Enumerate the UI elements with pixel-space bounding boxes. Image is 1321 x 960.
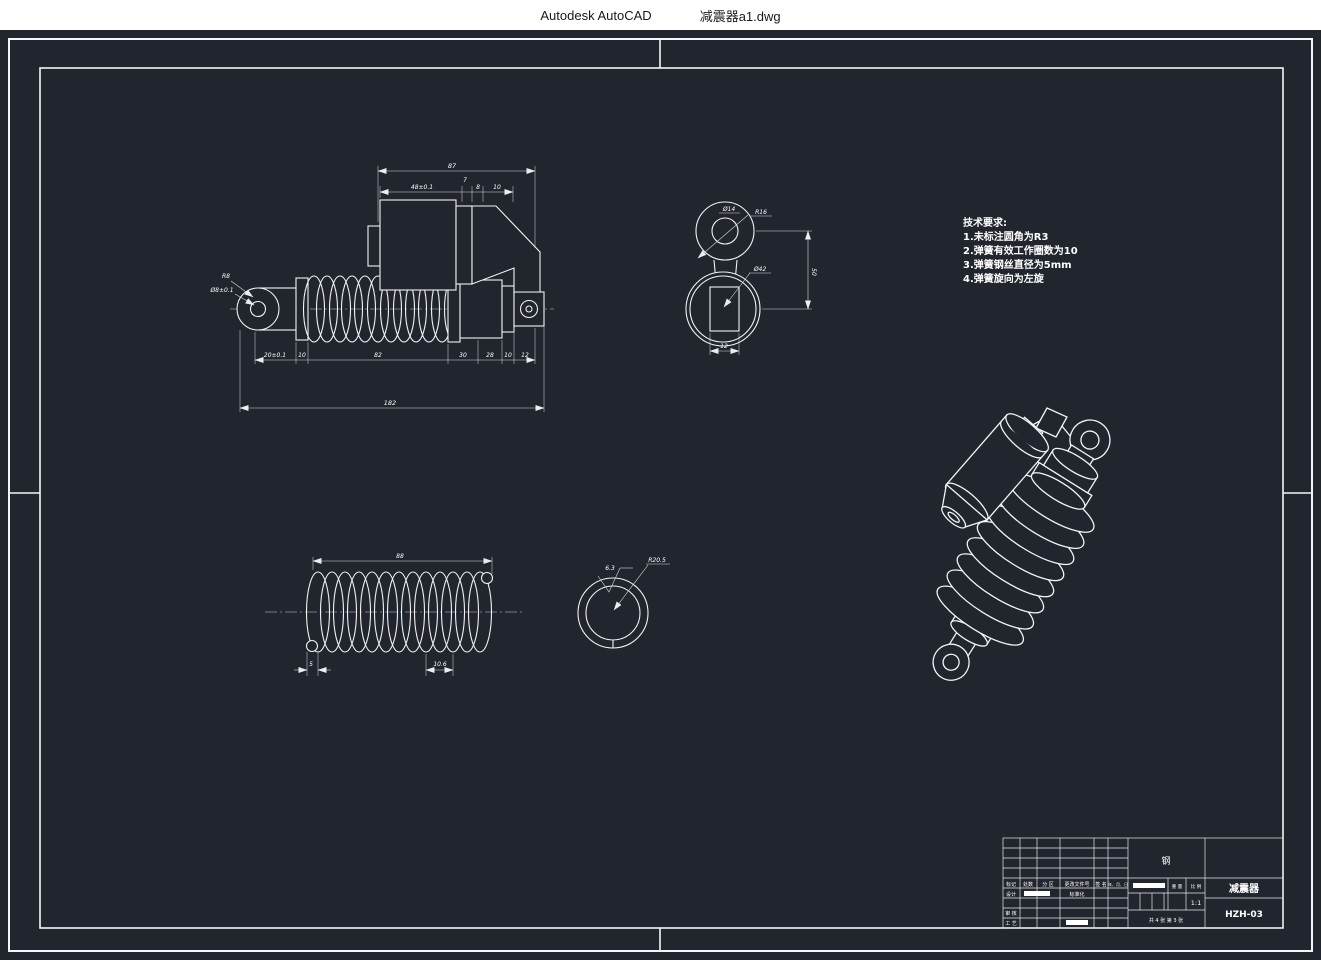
dim-30: 30	[459, 352, 467, 359]
roughness-value: 6.3	[605, 565, 615, 572]
dim-eye-hole: Ø8±0.1	[209, 287, 233, 294]
dim-phi14: Ø14	[722, 206, 736, 213]
tb-stage-mark-blob	[1133, 883, 1165, 888]
tb-process: 工 艺	[1005, 921, 1017, 927]
window-titlebar: Autodesk AutoCAD 减震器a1.dwg	[0, 0, 1321, 30]
dim-20: 20±0.1	[264, 352, 286, 359]
dim-10a: 10	[298, 352, 306, 359]
dim-28: 28	[486, 352, 494, 359]
dim-12b: 12	[521, 352, 529, 359]
tb-signature-blob-1	[1024, 891, 1050, 896]
tb-standardize: 标准化	[1069, 891, 1084, 898]
dim-48: 48±0.1	[411, 184, 433, 191]
tb-design: 设计	[1006, 891, 1016, 898]
dim-87: 87	[448, 162, 457, 170]
dim-5: 5	[309, 661, 313, 668]
tech-item-1: 1.未标注圆角为R3	[963, 230, 1048, 243]
dim-r20-5: R20.5	[648, 557, 666, 564]
tech-item-3: 3.弹簧钢丝直径为5mm	[963, 258, 1072, 271]
dim-10b: 10	[504, 352, 512, 359]
dim-10-6: 10.6	[433, 661, 447, 668]
tb-scale-label: 比 例	[1191, 883, 1202, 890]
tech-item-4: 4.弹簧旋向为左旋	[963, 272, 1045, 285]
dim-8: 8	[476, 184, 480, 191]
dim-50: 50	[810, 268, 817, 276]
model-space-background	[0, 30, 1321, 960]
tb-signature-blob-2	[1066, 920, 1088, 925]
autocad-window: Autodesk AutoCAD 减震器a1.dwg	[0, 0, 1321, 960]
tb-material: 钢	[1161, 855, 1170, 867]
tb-scale-value: 1:1	[1191, 899, 1201, 907]
dim-12-slot: 12	[720, 343, 728, 350]
tb-check: 审 核	[1005, 910, 1017, 917]
tb-date: 年、月、日	[1108, 881, 1128, 887]
dim-10: 10	[493, 184, 501, 191]
tb-count: 处数	[1023, 881, 1033, 888]
dim-r16: R16	[755, 209, 767, 216]
tb-drawing-number: HZH-03	[1225, 910, 1263, 920]
tb-mark: 标记	[1006, 881, 1016, 888]
dim-7: 7	[463, 177, 467, 184]
dim-182: 182	[384, 399, 396, 407]
tech-item-2: 2.弹簧有效工作圈数为10	[963, 244, 1078, 257]
tb-change-doc: 更改文件号	[1064, 881, 1089, 888]
dim-phi42: Ø42	[753, 266, 767, 273]
dim-r8: R8	[222, 273, 230, 280]
tb-part-name: 减震器	[1229, 882, 1260, 895]
tb-weight-label: 重 量	[1172, 883, 1183, 890]
drawing-canvas[interactable]: 87 48±0.1 7 8 10 R8 Ø8±0.1	[0, 30, 1321, 960]
dim-82: 82	[374, 352, 382, 359]
document-title: 减震器a1.dwg	[700, 6, 781, 25]
tb-zone: 分 区	[1042, 881, 1054, 888]
tb-sheets: 共 4 张 第 3 张	[1149, 917, 1183, 924]
tb-sign: 签 名	[1095, 881, 1107, 888]
tech-title: 技术要求:	[963, 216, 1007, 229]
dim-88: 88	[396, 553, 404, 560]
app-title: Autodesk AutoCAD	[540, 8, 651, 23]
